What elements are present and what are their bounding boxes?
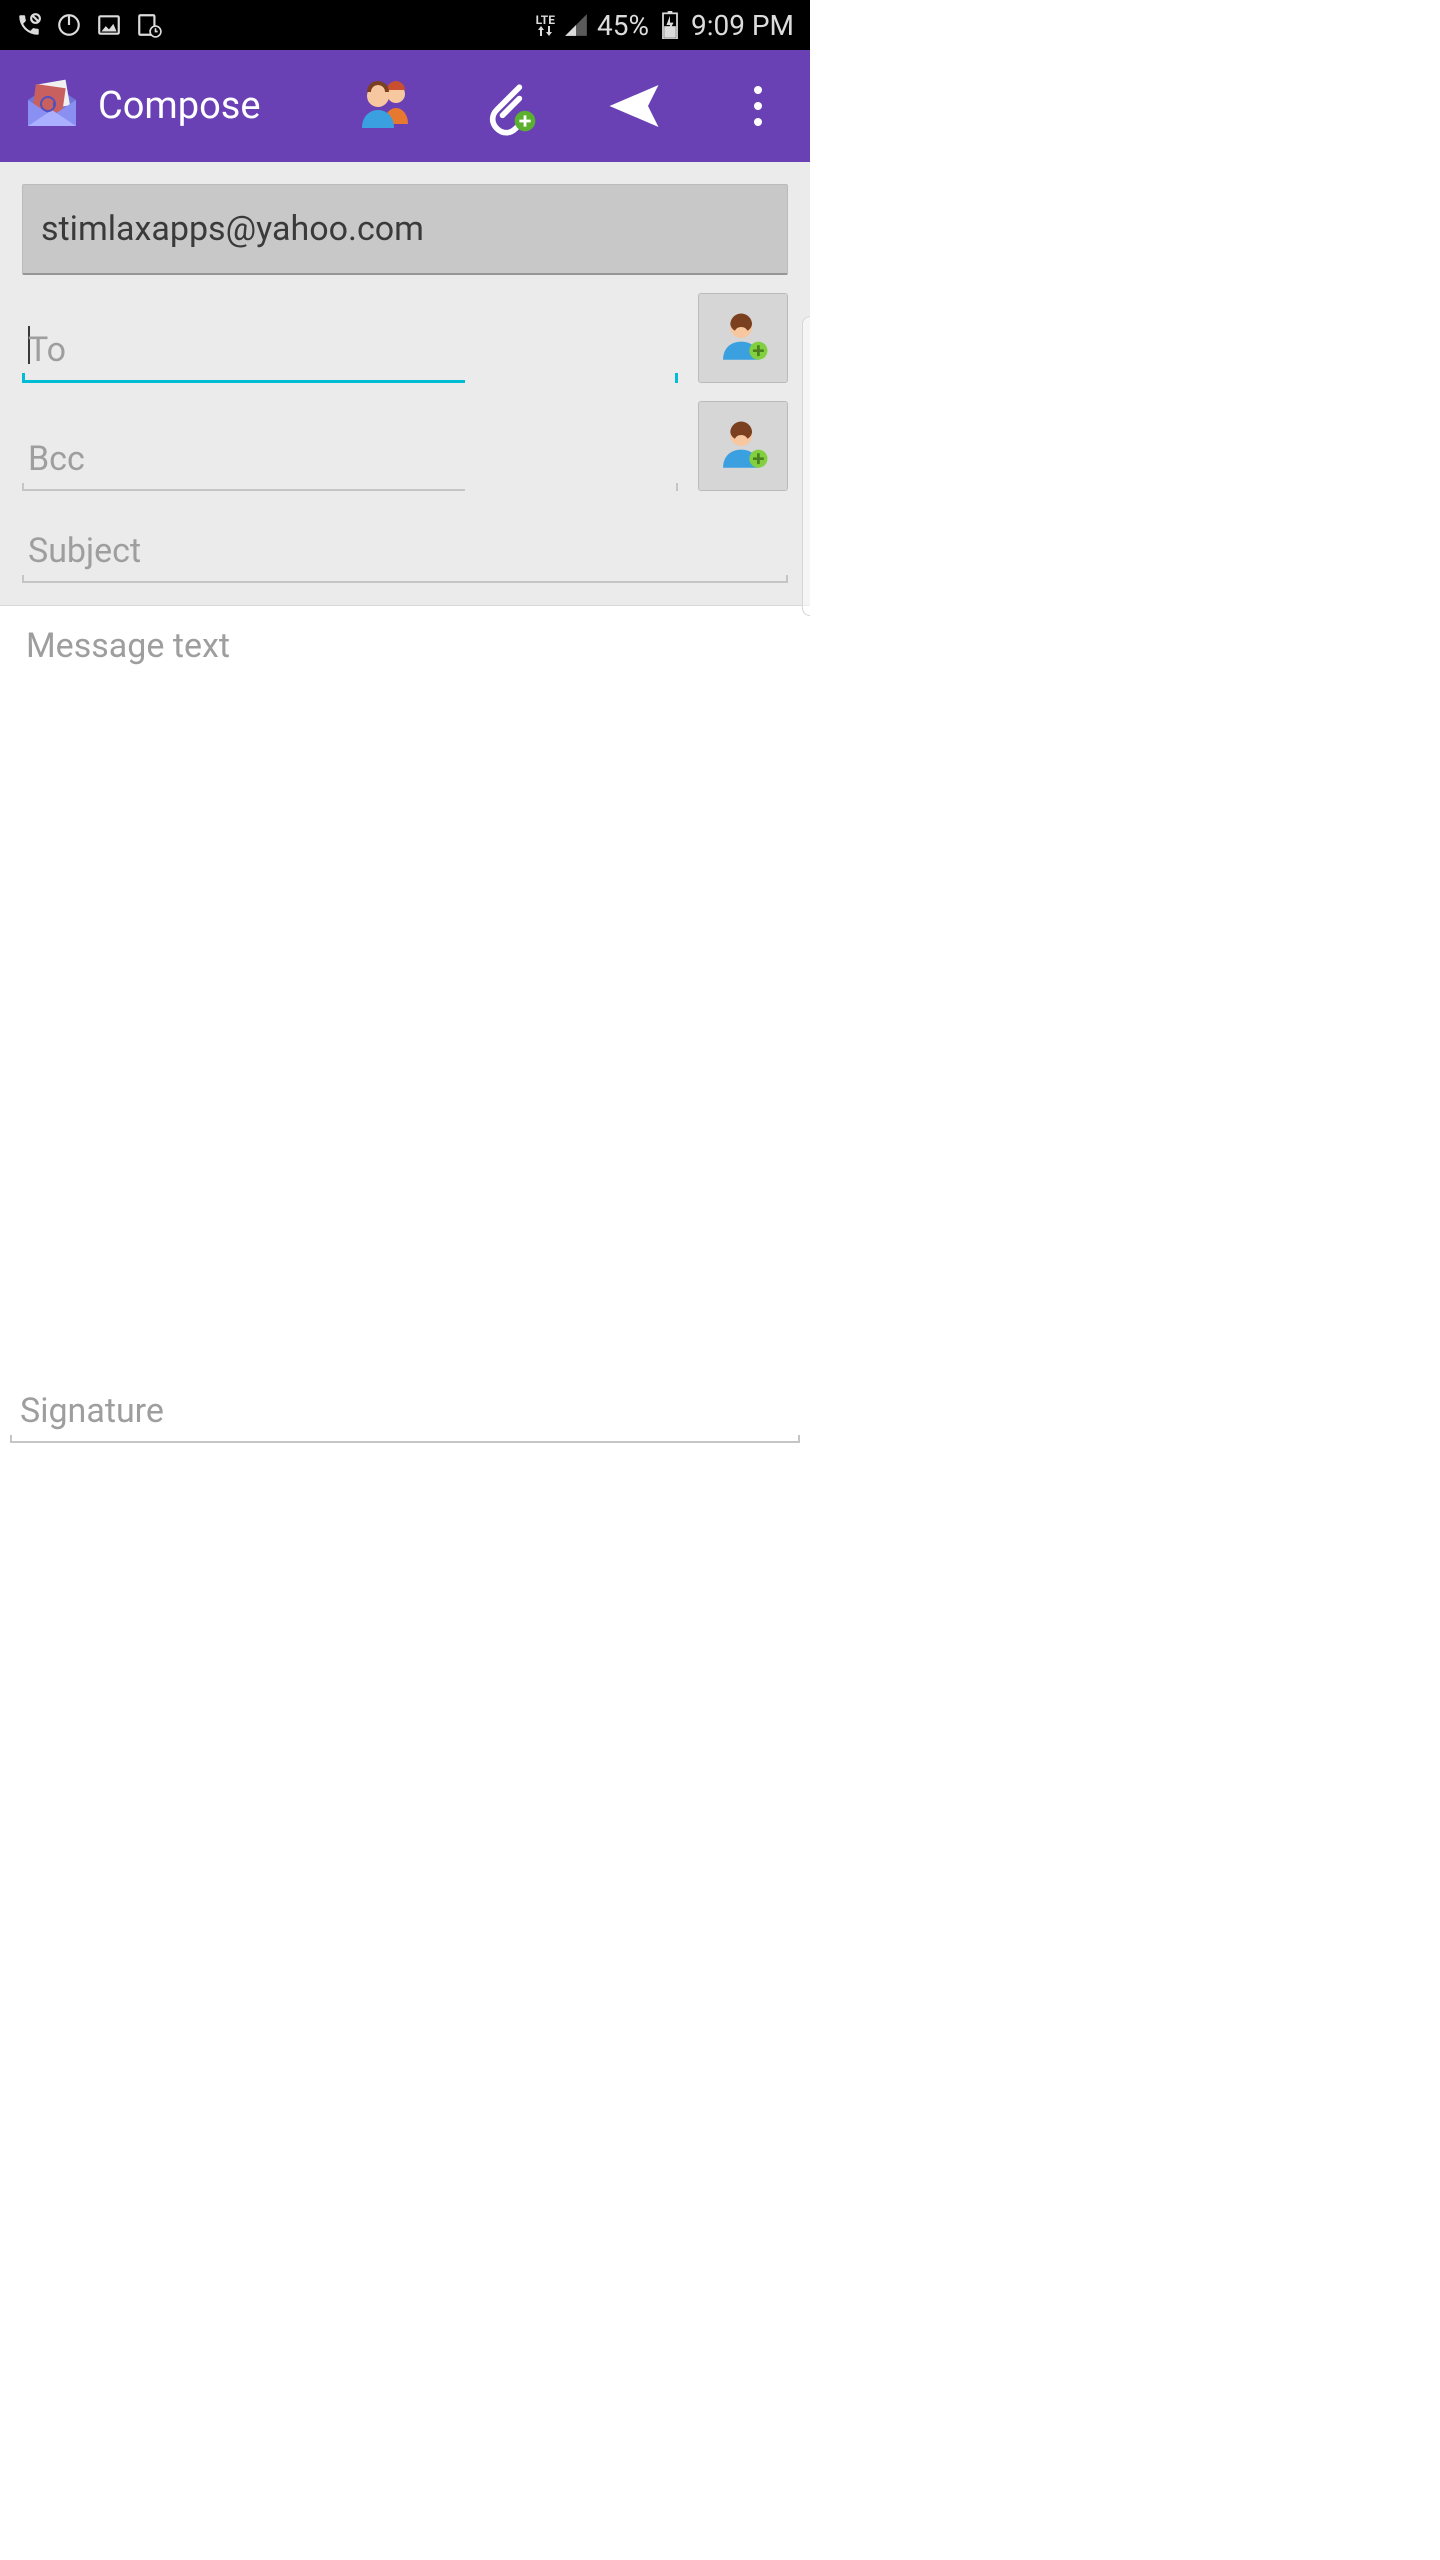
status-bar: LTE 45% 9:09 PM — [0, 0, 810, 50]
battery-charging-icon — [657, 12, 683, 38]
add-to-contact-button[interactable] — [698, 293, 788, 383]
send-button[interactable] — [602, 74, 666, 138]
from-email-field[interactable]: stimlaxapps@yahoo.com — [22, 184, 788, 275]
battery-percent: 45% — [597, 9, 649, 42]
status-left-icons — [16, 12, 162, 38]
app-bar: Compose — [0, 50, 810, 162]
signature-input[interactable] — [10, 1369, 800, 1443]
signal-icon — [563, 12, 589, 38]
app-envelope-icon — [20, 74, 84, 138]
signature-area — [0, 1365, 810, 1447]
attach-button[interactable] — [478, 74, 542, 138]
message-textarea[interactable] — [26, 626, 784, 706]
clock-time: 9:09 PM — [691, 9, 794, 42]
tablet-clock-icon — [136, 12, 162, 38]
image-icon — [96, 12, 122, 38]
network-type: LTE — [536, 14, 555, 36]
subject-input[interactable] — [22, 509, 788, 583]
status-right: LTE 45% 9:09 PM — [536, 9, 794, 42]
message-body-area — [0, 605, 810, 1365]
compose-fields-area: stimlaxapps@yahoo.com — [0, 162, 810, 605]
overflow-menu-button[interactable] — [726, 74, 790, 138]
power-icon — [56, 12, 82, 38]
call-forward-icon — [16, 12, 42, 38]
contacts-button[interactable] — [354, 74, 418, 138]
app-title: Compose — [98, 84, 261, 128]
bcc-input[interactable] — [22, 417, 465, 491]
scroll-tab-indicator — [802, 316, 810, 616]
add-bcc-contact-button[interactable] — [698, 401, 788, 491]
to-input[interactable] — [22, 308, 465, 383]
